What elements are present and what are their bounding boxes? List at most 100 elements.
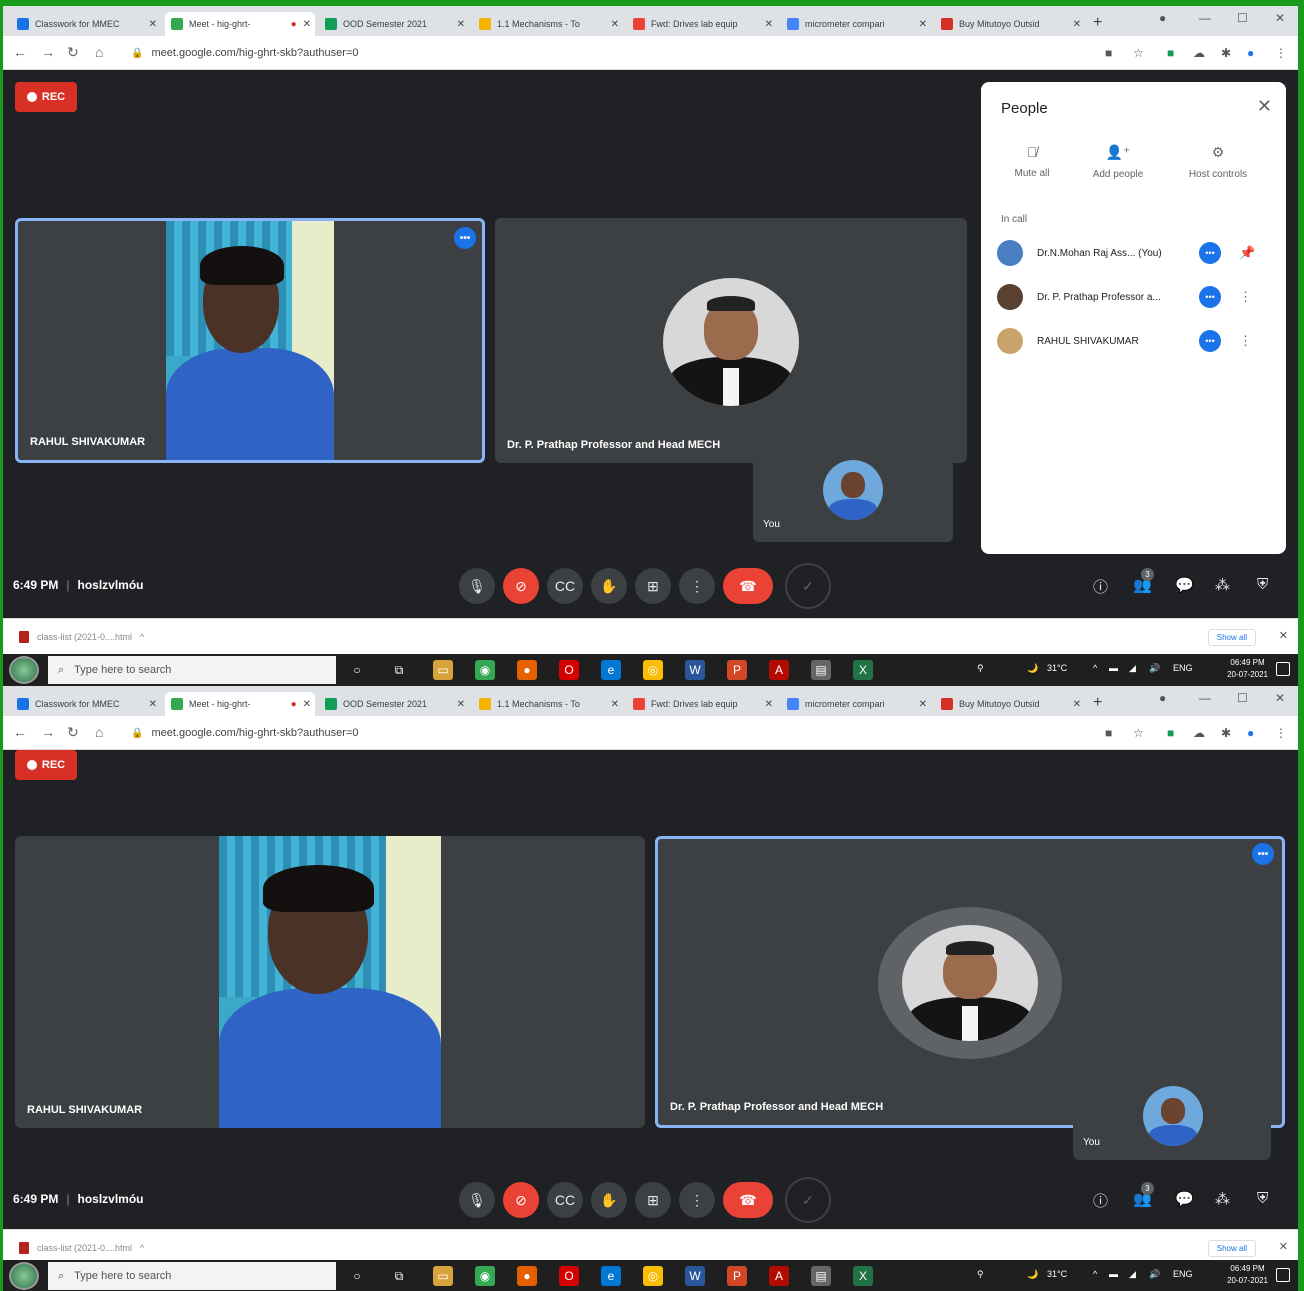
people-icon[interactable]: 👥 3 [1133, 568, 1154, 594]
window-close-button[interactable]: ✕ [1275, 691, 1285, 705]
back-icon[interactable]: ← [13, 724, 27, 740]
people-tray-icon[interactable]: ⚲ [977, 1269, 984, 1280]
close-icon[interactable]: ✕ [765, 19, 777, 30]
close-icon[interactable]: ✕ [611, 699, 623, 710]
close-icon[interactable]: ✕ [303, 19, 315, 30]
home-icon[interactable]: ⌂ [95, 44, 103, 60]
extension-icon[interactable]: ☁ [1193, 46, 1205, 60]
profile-icon[interactable]: ● [1159, 691, 1166, 705]
people-tray-icon[interactable]: ⚲ [977, 663, 984, 674]
taskbar-search[interactable]: ⌕ Type here to search [48, 656, 336, 684]
end-call-button[interactable]: ☎ [723, 568, 773, 604]
close-icon[interactable]: ✕ [919, 19, 931, 30]
close-icon[interactable]: ✕ [1073, 19, 1085, 30]
puzzle-icon[interactable]: ✱ [1221, 46, 1231, 60]
language-indicator[interactable]: ENG [1173, 1269, 1193, 1279]
back-icon[interactable]: ← [13, 44, 27, 60]
chevron-up-icon[interactable]: ^ [140, 632, 144, 642]
tab-mechanisms[interactable]: 1.1 Mechanisms - To ✕ [473, 692, 623, 716]
app-icon[interactable]: ◉ [475, 1266, 495, 1286]
list-item[interactable]: Dr.N.Mohan Raj Ass... (You) ••• 📌 [997, 238, 1277, 268]
mic-button[interactable]: 🎙 [459, 568, 495, 604]
check-button[interactable]: ✓ [785, 563, 831, 609]
weather-icon[interactable]: 🌙 [1027, 663, 1038, 674]
file-explorer-icon[interactable]: ▭ [433, 660, 453, 680]
url-input[interactable]: 🔒 meet.google.com/hig-ghrt-skb?authuser=0 [123, 722, 963, 744]
chevron-up-icon[interactable]: ^ [140, 1243, 144, 1253]
extension-icon[interactable]: ■ [1167, 726, 1174, 740]
maximize-button[interactable]: ☐ [1237, 691, 1248, 705]
start-button[interactable] [9, 656, 39, 684]
bookmark-star-icon[interactable]: ☆ [1133, 46, 1144, 60]
volume-icon[interactable]: 🔊 [1149, 1269, 1160, 1280]
present-button[interactable]: ⊞ [635, 1182, 671, 1218]
participant-tile-rahul[interactable]: RAHUL SHIVAKUMAR [15, 836, 645, 1128]
task-view-icon[interactable]: ⧉ [389, 660, 409, 680]
url-input[interactable]: 🔒 meet.google.com/hig-ghrt-skb?authuser=0 [123, 42, 963, 64]
chevron-up-icon[interactable]: ^ [1093, 663, 1097, 673]
forward-icon[interactable]: → [41, 44, 55, 60]
more-options-button[interactable]: ⋮ [679, 1182, 715, 1218]
close-icon[interactable]: ✕ [303, 699, 315, 710]
host-shield-icon[interactable]: ⛨ [1257, 576, 1268, 593]
avatar[interactable]: ● [1247, 46, 1254, 60]
reload-icon[interactable]: ↻ [67, 724, 79, 741]
download-item[interactable]: class-list (2021-0....html ^ [19, 631, 144, 643]
window-close-button[interactable]: ✕ [1275, 11, 1285, 25]
tab-mitutoyo[interactable]: Buy Mitutoyo Outsid ✕ [935, 12, 1085, 36]
powerpoint-icon[interactable]: P [727, 660, 747, 680]
opera-icon[interactable]: O [559, 1266, 579, 1286]
pin-icon[interactable]: 📌 [1239, 245, 1255, 261]
host-controls-button[interactable]: ⚙ Host controls [1173, 144, 1263, 180]
camera-extension-icon[interactable]: ■ [1105, 46, 1112, 60]
close-icon[interactable]: ✕ [919, 699, 931, 710]
tab-mitutoyo[interactable]: Buy Mitutoyo Outsid ✕ [935, 692, 1085, 716]
tab-classwork[interactable]: Classwork for MMEC ✕ [11, 12, 161, 36]
chrome-icon[interactable]: ◎ [643, 660, 663, 680]
language-indicator[interactable]: ENG [1173, 663, 1193, 673]
taskbar-clock[interactable]: 06:49 PM 20-07-2021 [1227, 657, 1268, 681]
file-explorer-icon[interactable]: ▭ [433, 1266, 453, 1286]
participant-tile-rahul[interactable]: RAHUL SHIVAKUMAR ••• [15, 218, 485, 463]
activities-icon[interactable]: ⁂ [1215, 1190, 1230, 1208]
powerpoint-icon[interactable]: P [727, 1266, 747, 1286]
tab-meet[interactable]: Meet - hig-ghrt- ● ✕ [165, 12, 315, 36]
end-call-button[interactable]: ☎ [723, 1182, 773, 1218]
excel-icon[interactable]: X [853, 1266, 873, 1286]
tab-google-search[interactable]: micrometer compari ✕ [781, 12, 931, 36]
raise-hand-button[interactable]: ✋ [591, 568, 627, 604]
puzzle-icon[interactable]: ✱ [1221, 726, 1231, 740]
mic-button[interactable]: 🎙 [459, 1182, 495, 1218]
word-icon[interactable]: W [685, 1266, 705, 1286]
camera-off-button[interactable]: ⊘ [503, 568, 539, 604]
app-icon[interactable]: ▤ [811, 1266, 831, 1286]
more-options-icon[interactable]: ⋮ [1239, 333, 1252, 349]
list-item[interactable]: Dr. P. Prathap Professor a... ••• ⋮ [997, 282, 1277, 312]
new-tab-button[interactable]: + [1093, 694, 1102, 712]
info-icon[interactable]: ⓘ [1093, 1190, 1108, 1211]
tab-google-search[interactable]: micrometer compari ✕ [781, 692, 931, 716]
extension-icon[interactable]: ■ [1167, 46, 1174, 60]
minimize-button[interactable]: — [1199, 691, 1211, 705]
new-tab-button[interactable]: + [1093, 14, 1102, 32]
minimize-button[interactable]: — [1199, 11, 1211, 25]
menu-icon[interactable]: ⋮ [1275, 726, 1287, 740]
tab-gmail[interactable]: Fwd: Drives lab equip ✕ [627, 12, 777, 36]
taskbar-search[interactable]: ⌕ Type here to search [48, 1262, 336, 1290]
forward-icon[interactable]: → [41, 724, 55, 740]
notification-icon[interactable] [1276, 1268, 1290, 1282]
acrobat-icon[interactable]: A [769, 660, 789, 680]
close-icon[interactable]: ✕ [149, 699, 161, 710]
avatar[interactable]: ● [1247, 726, 1254, 740]
more-options-button[interactable]: ⋮ [679, 568, 715, 604]
maximize-button[interactable]: ☐ [1237, 11, 1248, 25]
camera-extension-icon[interactable]: ■ [1105, 726, 1112, 740]
close-icon[interactable]: ✕ [457, 699, 469, 710]
close-icon[interactable]: ✕ [1073, 699, 1085, 710]
acrobat-icon[interactable]: A [769, 1266, 789, 1286]
tab-ood-semester[interactable]: OOD Semester 2021 ✕ [319, 692, 469, 716]
firefox-icon[interactable]: ● [517, 1266, 537, 1286]
chevron-up-icon[interactable]: ^ [1093, 1269, 1097, 1279]
bookmark-star-icon[interactable]: ☆ [1133, 726, 1144, 740]
add-people-button[interactable]: 👤⁺ Add people [1073, 144, 1163, 180]
